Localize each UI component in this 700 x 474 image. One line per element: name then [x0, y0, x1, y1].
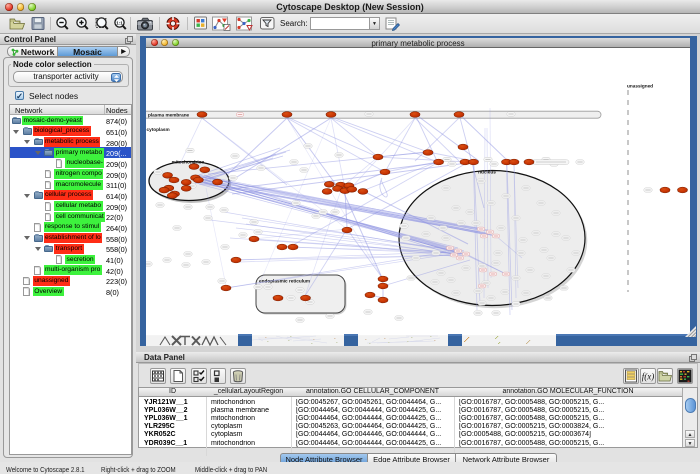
svg-text:1:1: 1:1	[116, 20, 123, 25]
svg-text:cytoplasm: cytoplasm	[147, 127, 170, 132]
svg-text:unassigned: unassigned	[627, 84, 653, 89]
svg-text:f(x): f(x)	[642, 372, 655, 382]
svg-text:mitochondrion: mitochondrion	[172, 160, 205, 165]
svg-text:plasma membrane: plasma membrane	[148, 112, 190, 117]
